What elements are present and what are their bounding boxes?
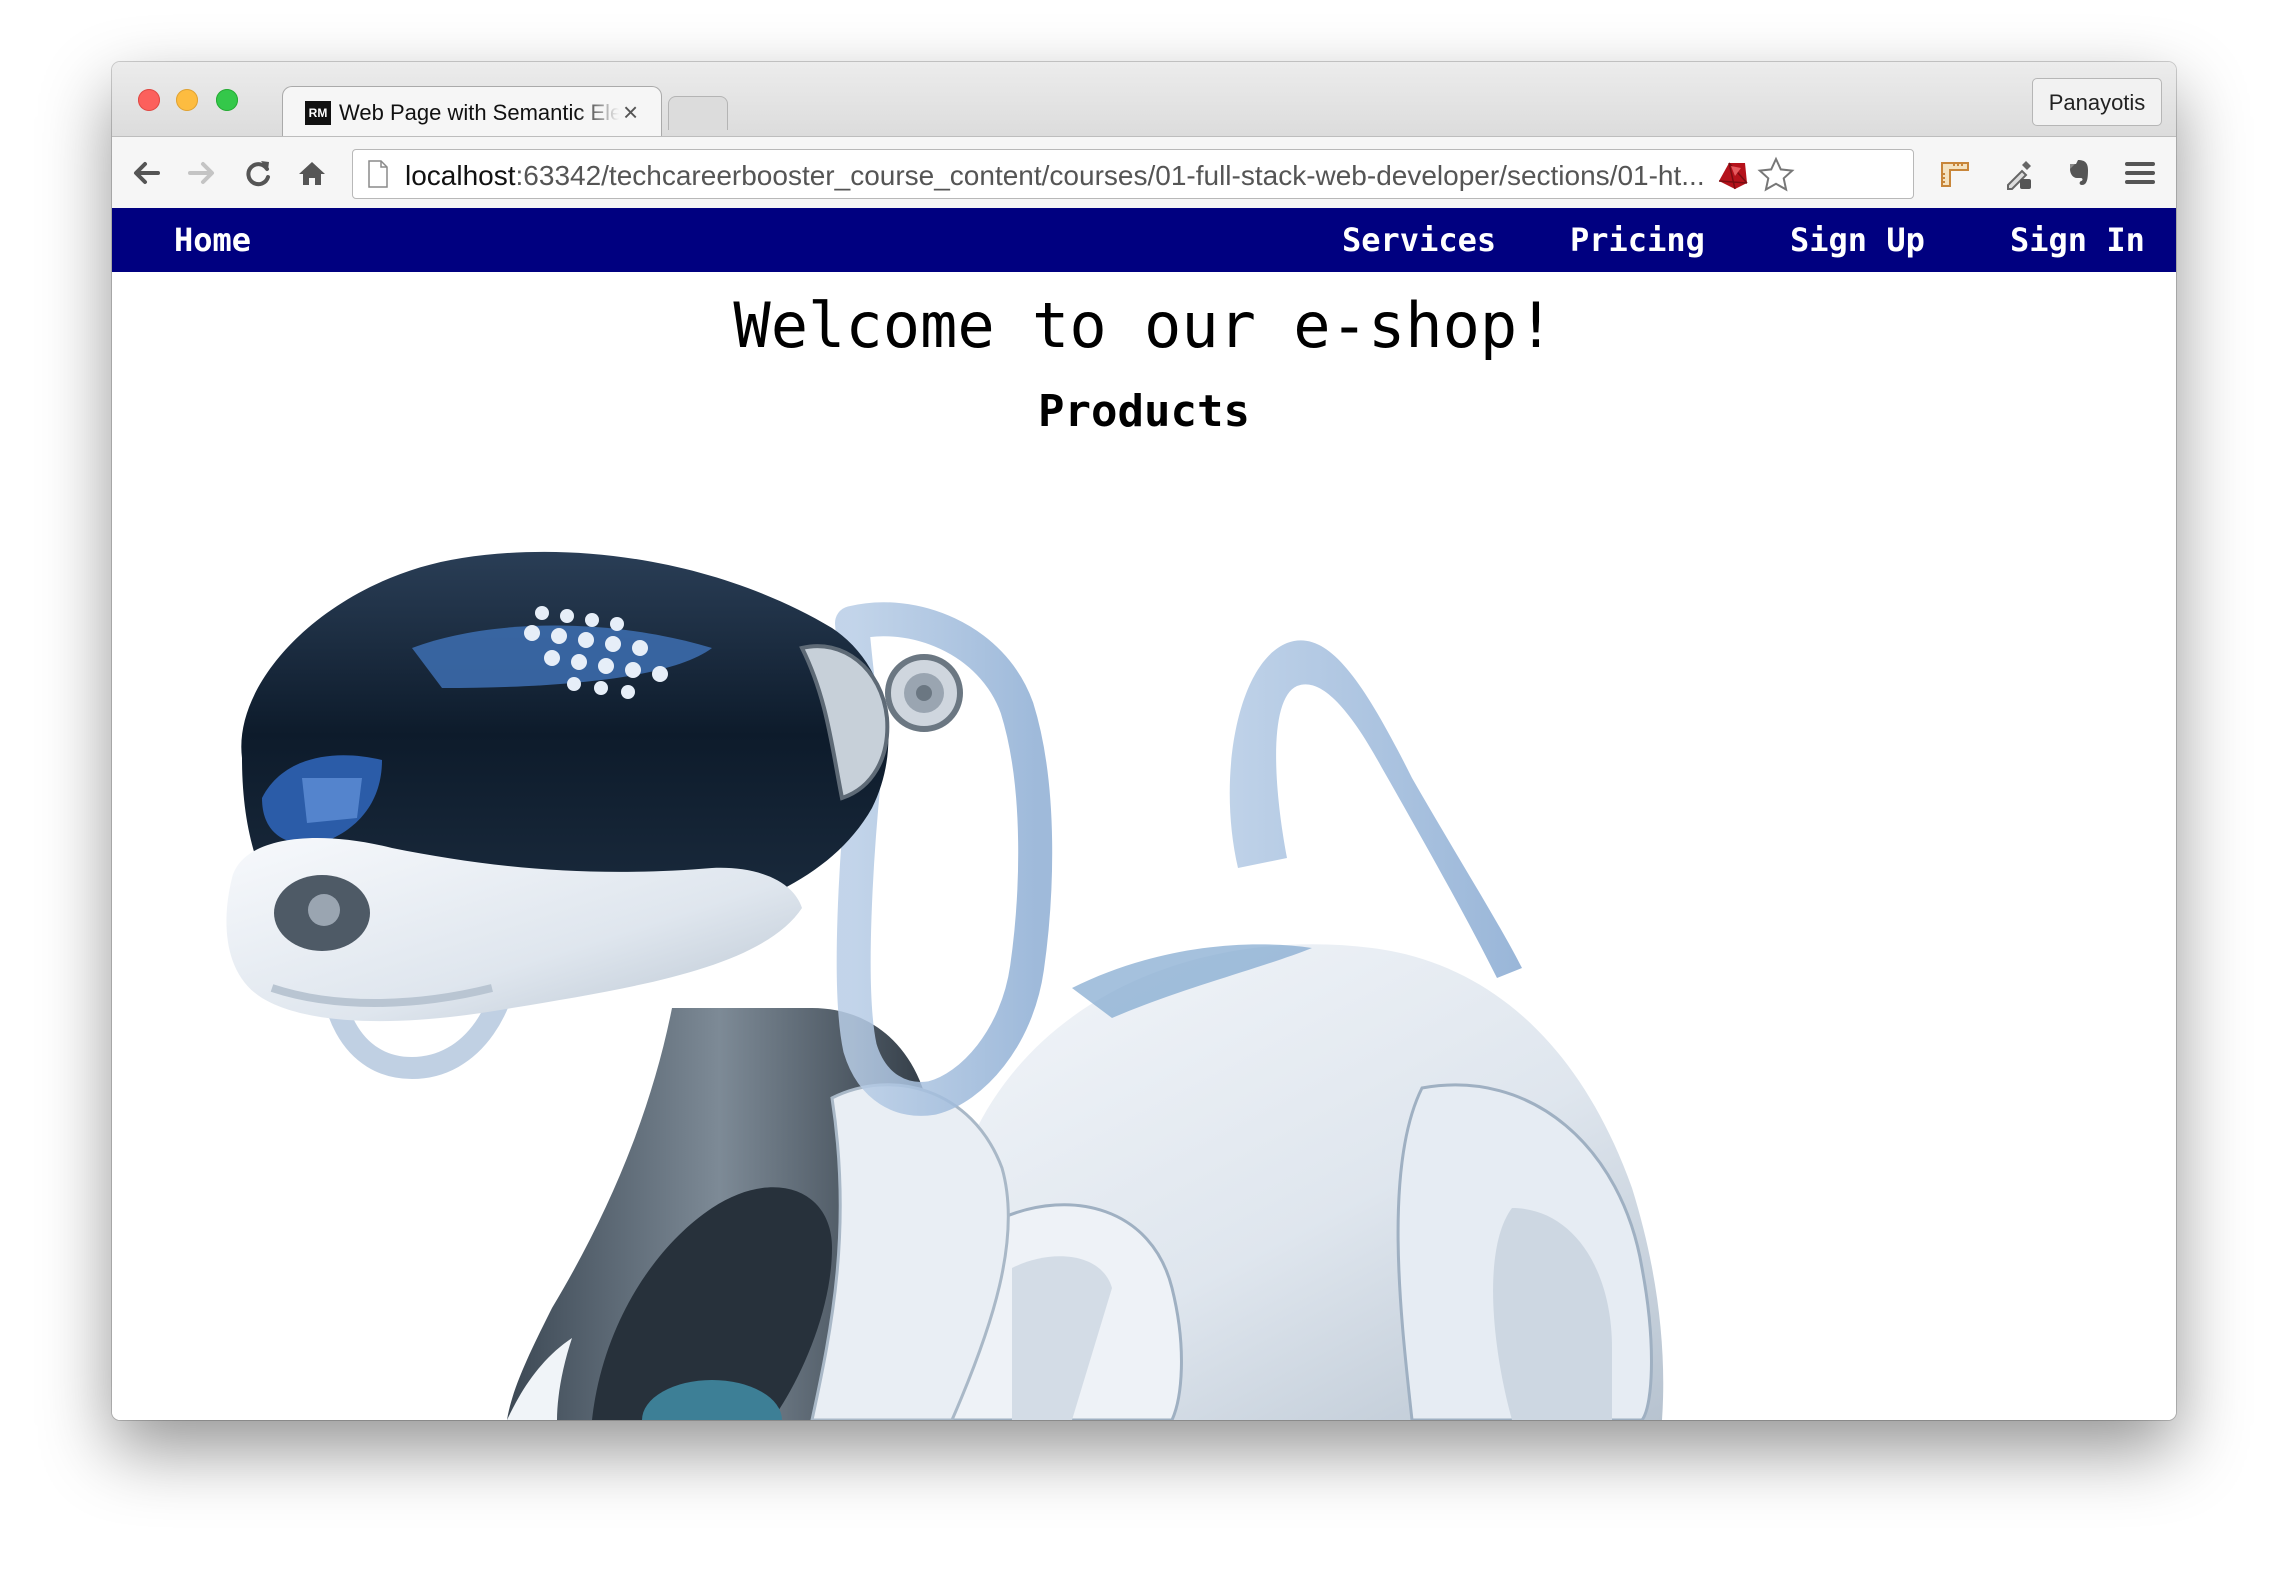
site-nav-bar: Home Services Pricing Sign Up Sign In — [112, 208, 2176, 272]
url-path: :63342/techcareerbooster_course_content/… — [515, 160, 1705, 191]
url-text[interactable]: localhost:63342/techcareerbooster_course… — [405, 160, 1705, 192]
nav-sign-in-link[interactable]: Sign In — [2010, 220, 2145, 260]
nav-services-link[interactable]: Services — [1342, 220, 1496, 260]
address-bar[interactable]: localhost:63342/techcareerbooster_course… — [352, 149, 1914, 199]
page-title: Welcome to our e-shop! — [733, 289, 1555, 362]
ruby-icon[interactable] — [1715, 157, 1751, 193]
robot-dog-image — [226, 551, 1664, 1420]
star-icon[interactable] — [1757, 156, 1795, 194]
tab-favicon-icon: RM — [305, 101, 331, 125]
page-icon — [368, 160, 388, 188]
menu-icon[interactable] — [2122, 155, 2158, 191]
reload-icon[interactable] — [240, 155, 276, 191]
nav-sign-up-link[interactable]: Sign Up — [1790, 220, 1925, 260]
browser-toolbar: localhost:63342/techcareerbooster_course… — [112, 136, 2176, 208]
back-icon[interactable] — [128, 155, 164, 191]
minimize-window-button[interactable] — [176, 89, 198, 111]
home-icon[interactable] — [294, 155, 330, 191]
profile-button[interactable]: Panayotis — [2032, 78, 2162, 126]
tab-close-icon[interactable]: × — [623, 97, 638, 127]
evernote-icon[interactable] — [2060, 155, 2096, 191]
maximize-window-button[interactable] — [216, 89, 238, 111]
close-window-button[interactable] — [138, 89, 160, 111]
browser-tab[interactable]: RM Web Page with Semantic Elements × — [282, 86, 662, 138]
tab-title: Web Page with Semantic Elements — [339, 100, 619, 125]
nav-home-link[interactable]: Home — [174, 220, 251, 260]
ruler-icon[interactable] — [1936, 155, 1972, 191]
eyedropper-icon[interactable] — [2000, 155, 2036, 191]
title-bar: RM Web Page with Semantic Elements × Pan… — [112, 62, 2176, 138]
web-page: Home Services Pricing Sign Up Sign In We… — [112, 208, 2176, 1420]
products-heading: Products — [1038, 386, 1250, 437]
url-host: localhost — [405, 160, 516, 191]
new-tab-button[interactable] — [668, 96, 728, 130]
forward-icon[interactable] — [184, 155, 220, 191]
nav-pricing-link[interactable]: Pricing — [1570, 220, 1705, 260]
browser-window: RM Web Page with Semantic Elements × Pan… — [112, 62, 2176, 1420]
